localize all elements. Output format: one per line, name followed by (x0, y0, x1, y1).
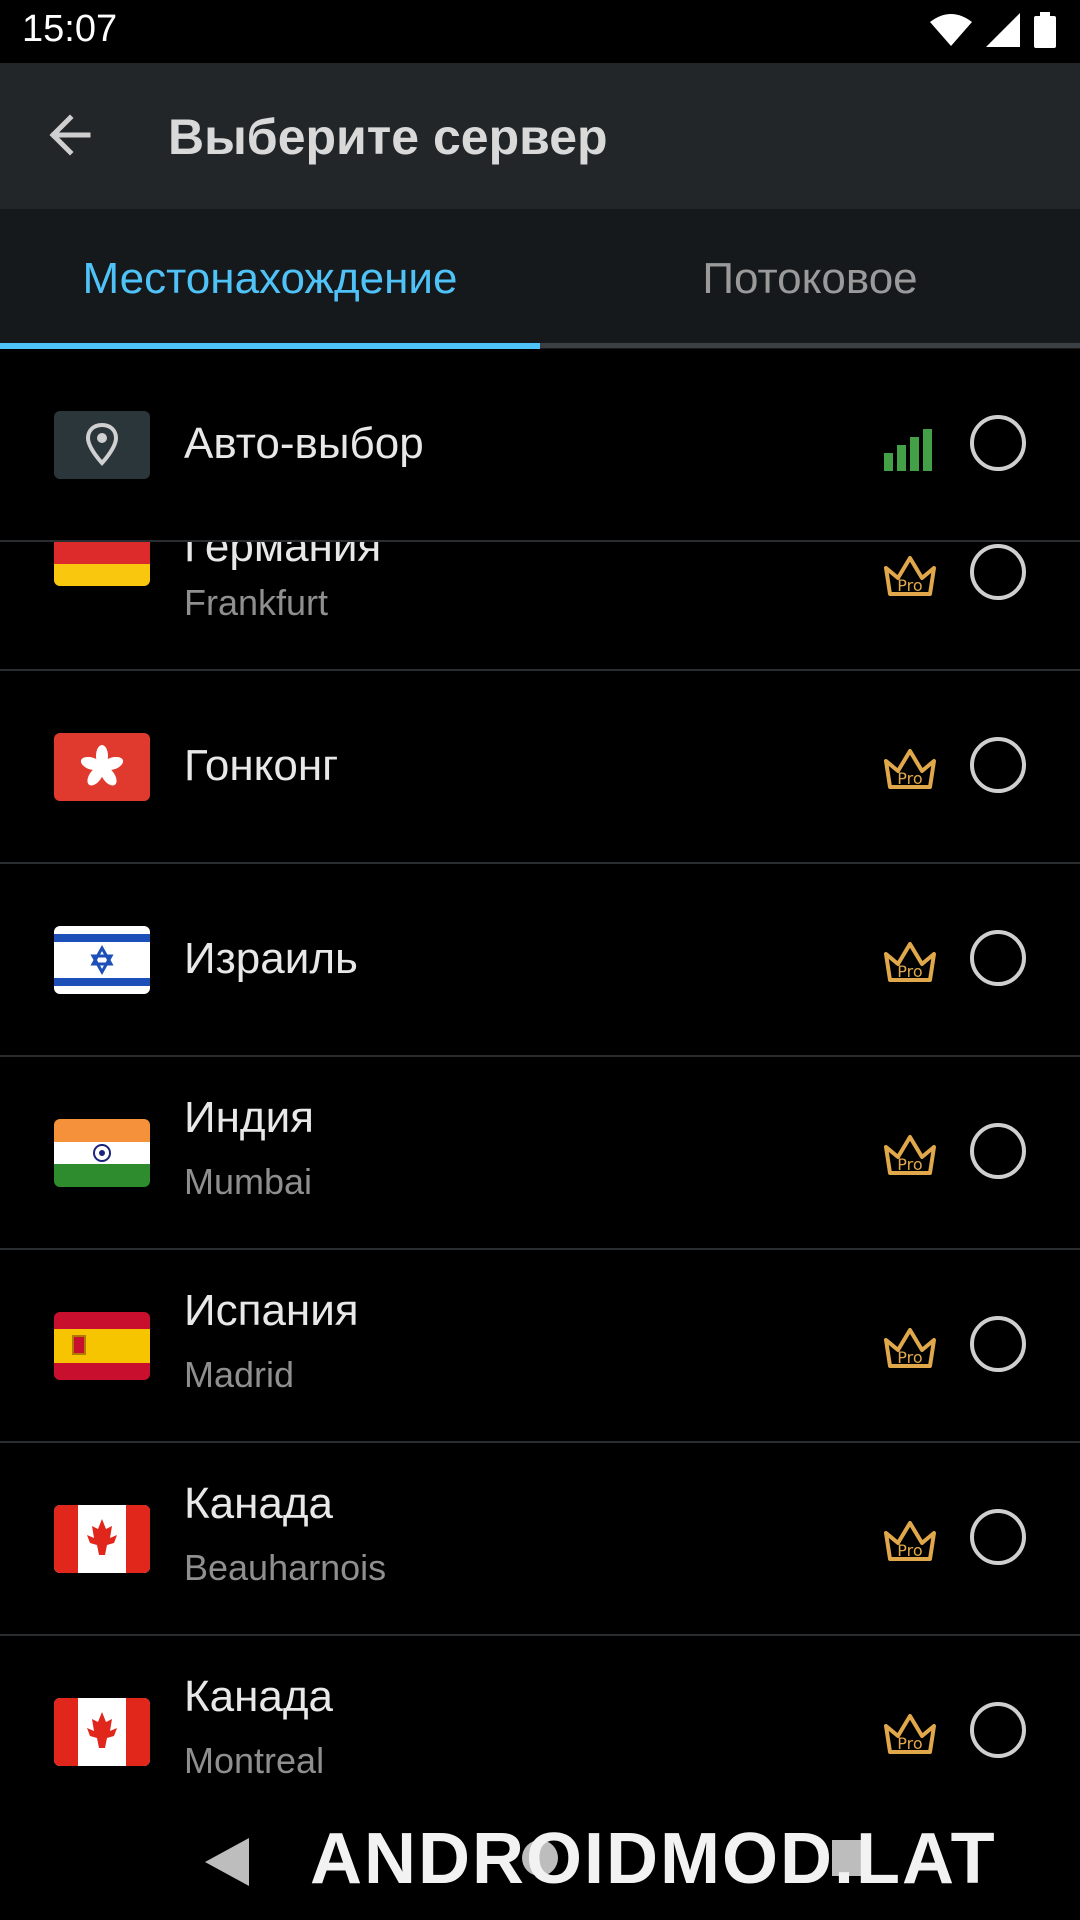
server-title: Германия (184, 542, 382, 571)
pro-label: Pro (897, 1541, 922, 1560)
germany-flag-icon (54, 542, 150, 586)
status-time: 15:07 (22, 8, 118, 50)
app-bar: Выберите сервер (0, 63, 1080, 209)
list-item-auto[interactable]: Авто-выбор (0, 349, 1080, 542)
server-subtitle: Frankfurt (184, 582, 329, 623)
tab-streaming[interactable]: Потоковое (540, 209, 1080, 349)
pro-crown-icon: Pro (884, 749, 936, 789)
location-pin-icon (54, 411, 150, 479)
pro-crown-icon: Pro (884, 1521, 936, 1561)
signal-bars-icon (884, 429, 932, 471)
server-radio[interactable] (970, 544, 1026, 600)
status-bar: 15:07 (0, 0, 1080, 63)
server-title: Индия (184, 1093, 315, 1142)
pro-crown-icon: Pro (884, 556, 936, 596)
server-radio[interactable] (970, 1123, 1026, 1179)
pro-label: Pro (897, 962, 922, 981)
pro-crown-icon: Pro (884, 1328, 936, 1368)
watermark: ANDROIDMOD.LAT (310, 1819, 997, 1899)
canada-flag-icon (54, 1698, 150, 1766)
canada-flag-icon (54, 1505, 150, 1573)
list-item[interactable]: Германия Frankfurt Pro (0, 542, 1080, 671)
wifi-icon (930, 14, 972, 46)
list-item[interactable]: Израиль Pro (0, 864, 1080, 1057)
status-icons (930, 12, 1056, 48)
server-radio[interactable] (970, 1316, 1026, 1372)
pro-crown-icon: Pro (884, 1714, 936, 1754)
server-subtitle: Madrid (184, 1354, 295, 1395)
server-radio[interactable] (970, 415, 1026, 471)
pro-label: Pro (897, 1348, 922, 1367)
list-item[interactable]: Гонконг Pro (0, 671, 1080, 864)
pro-label: Pro (897, 576, 922, 595)
pro-crown-icon: Pro (884, 942, 936, 982)
server-title: Израиль (184, 934, 358, 983)
arrow-left-icon (49, 114, 91, 156)
india-flag-icon (54, 1119, 150, 1187)
server-title: Канада (184, 1479, 334, 1528)
israel-flag-icon (54, 926, 150, 994)
pro-label: Pro (897, 1734, 922, 1753)
battery-icon (1034, 12, 1056, 48)
nav-back-icon[interactable] (205, 1838, 249, 1886)
signal-icon (986, 13, 1020, 47)
server-radio[interactable] (970, 1702, 1026, 1758)
server-radio[interactable] (970, 930, 1026, 986)
tab-bar: Местонахождение Потоковое (0, 209, 1080, 349)
pro-label: Pro (897, 769, 922, 788)
pro-label: Pro (897, 1155, 922, 1174)
server-radio[interactable] (970, 737, 1026, 793)
server-subtitle: Montreal (184, 1740, 325, 1781)
list-item[interactable]: Индия Mumbai Pro (0, 1057, 1080, 1250)
hong-kong-flag-icon (54, 733, 150, 801)
pro-crown-icon: Pro (884, 1135, 936, 1175)
list-item[interactable]: Канада Beauharnois Pro (0, 1443, 1080, 1636)
page-title: Выберите сервер (168, 109, 608, 165)
server-title: Гонконг (184, 741, 339, 790)
tab-location[interactable]: Местонахождение (0, 209, 540, 349)
server-title: Авто-выбор (184, 419, 424, 468)
server-title: Испания (184, 1286, 359, 1335)
spain-flag-icon (54, 1312, 150, 1380)
list-item[interactable]: Испания Madrid Pro (0, 1250, 1080, 1443)
back-button[interactable] (40, 105, 100, 165)
server-subtitle: Mumbai (184, 1161, 313, 1202)
server-subtitle: Beauharnois (184, 1547, 387, 1588)
server-title: Канада (184, 1672, 334, 1721)
server-radio[interactable] (970, 1509, 1026, 1565)
